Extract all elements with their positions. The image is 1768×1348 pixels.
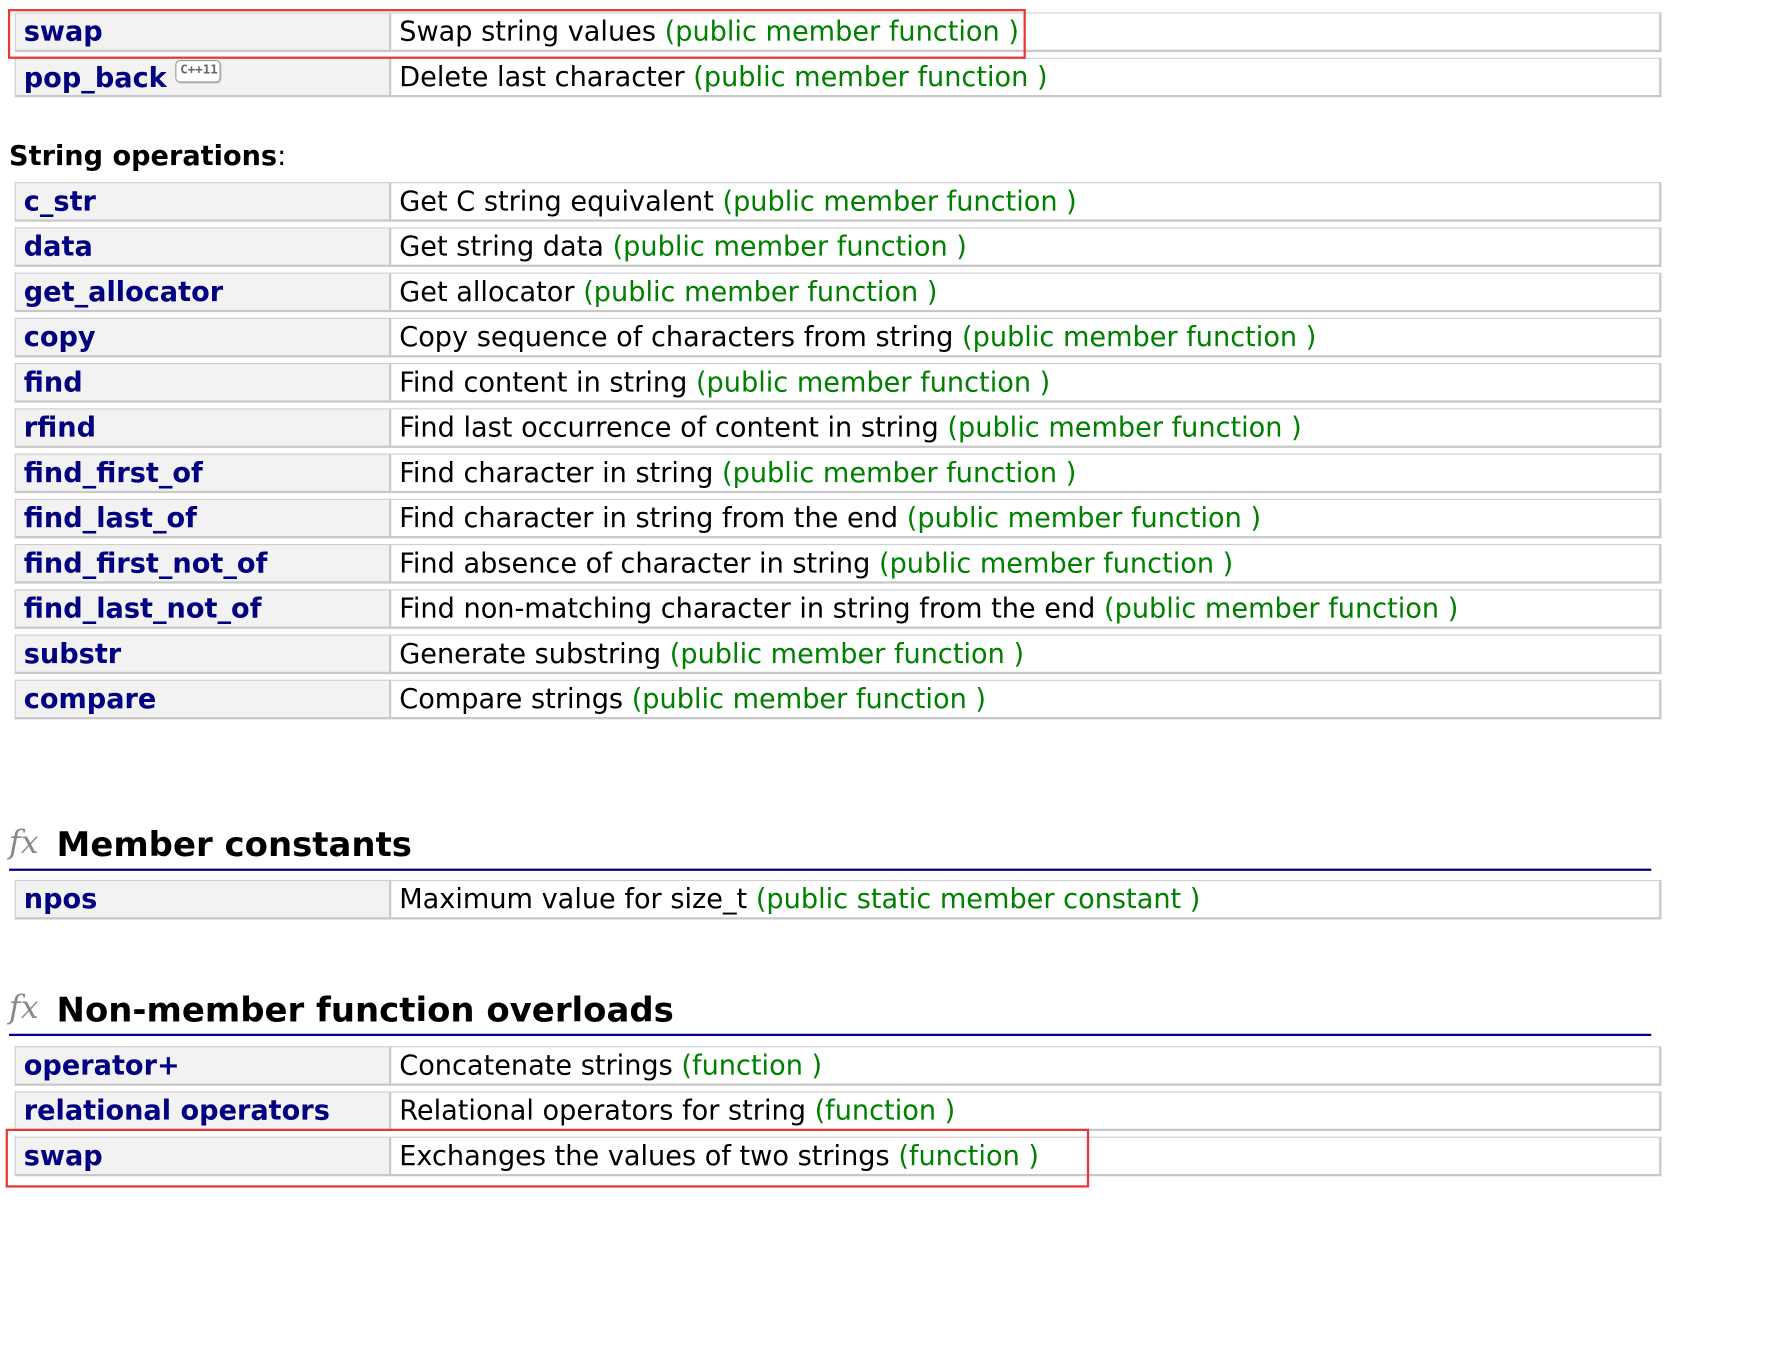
member-description: Get allocator (public member function )	[391, 272, 1662, 313]
member-description: Delete last character (public member fun…	[391, 57, 1662, 98]
member-kind: (public static member constant )	[755, 883, 1201, 915]
member-kind: (public member function )	[878, 547, 1234, 580]
member-description: Swap string values (public member functi…	[391, 12, 1662, 53]
table-row: get_allocator Get allocator (public memb…	[14, 272, 1662, 313]
non-member-section-heading: fx Non-member function overloads	[9, 988, 1652, 1036]
member-description: Find character in string from the end (p…	[391, 498, 1662, 539]
member-kind: (public member function )	[693, 61, 1048, 93]
member-kind: (public member function )	[962, 321, 1317, 353]
non-member-table: operator+ Concatenate strings (function …	[14, 1041, 1662, 1182]
string-operations-table: c_str Get C string equivalent (public me…	[14, 176, 1662, 725]
member-link-compare[interactable]: compare	[14, 679, 392, 720]
section-title: Member constants	[56, 825, 413, 866]
member-link-find-first-of[interactable]: find_first_of	[14, 453, 392, 494]
member-constants-section-heading: fx Member constants	[9, 823, 1652, 871]
member-kind: (function )	[681, 1049, 823, 1082]
member-constants-table: npos Maximum value for size_t (public st…	[14, 874, 1662, 925]
member-kind: (function )	[898, 1140, 1040, 1172]
member-link-find-last-of[interactable]: find_last_of	[14, 498, 392, 539]
member-description: Copy sequence of characters from string …	[391, 317, 1662, 358]
member-kind: (public member function )	[664, 15, 1019, 48]
member-link-swap[interactable]: swap	[14, 12, 392, 53]
member-link-c-str[interactable]: c_str	[14, 182, 392, 222]
member-link-get-allocator[interactable]: get_allocator	[14, 272, 392, 313]
member-link-rfind[interactable]: rfind	[14, 408, 392, 448]
member-description: Relational operators for string (functio…	[391, 1091, 1662, 1131]
table-row: find Find content in string (public memb…	[14, 363, 1662, 403]
member-kind: (public member function )	[695, 366, 1051, 399]
member-kind: (public member function )	[612, 230, 967, 263]
table-row: find_last_of Find character in string fr…	[14, 498, 1662, 539]
member-description: Find content in string (public member fu…	[391, 363, 1662, 403]
function-link-relational-operators[interactable]: relational operators	[14, 1091, 392, 1131]
member-description: Maximum value for size_t (public static …	[391, 879, 1662, 920]
table-row: swap Swap string values (public member f…	[14, 12, 1662, 53]
member-description: Exchanges the values of two strings (fun…	[391, 1136, 1662, 1177]
table-row: operator+ Concatenate strings (function …	[14, 1046, 1662, 1086]
table-row: npos Maximum value for size_t (public st…	[14, 879, 1662, 920]
member-description: Find non-matching character in string fr…	[391, 589, 1662, 629]
member-kind: (public member function )	[1104, 592, 1459, 625]
member-kind: (public member function )	[722, 185, 1077, 218]
table-row: find_last_not_of Find non-matching chara…	[14, 589, 1662, 629]
member-description: Find absence of character in string (pub…	[391, 544, 1662, 584]
section-title: Non-member function overloads	[56, 990, 674, 1031]
member-link-find[interactable]: find	[14, 363, 392, 403]
member-link-copy[interactable]: copy	[14, 317, 392, 358]
table-row: c_str Get C string equivalent (public me…	[14, 182, 1662, 222]
reference-page: swap Swap string values (public member f…	[0, 0, 1768, 1348]
member-description: Compare strings (public member function …	[391, 679, 1662, 720]
member-kind: (public member function )	[669, 637, 1025, 670]
member-kind: (public member function )	[583, 275, 938, 308]
member-description: Find character in string (public member …	[391, 453, 1662, 494]
cpp11-badge-icon: C++11	[175, 59, 222, 83]
table-row: find_first_of Find character in string (…	[14, 453, 1662, 494]
string-operations-heading: String operations:	[9, 140, 287, 172]
table-row: substr Generate substring (public member…	[14, 634, 1662, 675]
member-link-substr[interactable]: substr	[14, 634, 392, 675]
member-kind: (function )	[814, 1094, 956, 1127]
function-fx-icon: fx	[9, 823, 39, 861]
table-row: copy Copy sequence of characters from st…	[14, 317, 1662, 358]
member-description: Generate substring (public member functi…	[391, 634, 1662, 675]
member-description: Get string data (public member function …	[391, 227, 1662, 267]
member-kind: (public member function )	[906, 502, 1262, 534]
table-row: pop_back C++11 Delete last character (pub…	[14, 57, 1662, 98]
function-link-operator-plus[interactable]: operator+	[14, 1046, 392, 1086]
member-kind: (public member function )	[631, 683, 987, 715]
member-description: Find last occurrence of content in strin…	[391, 408, 1662, 448]
function-fx-icon: fx	[9, 988, 39, 1026]
table-row: compare Compare strings (public member f…	[14, 679, 1662, 720]
member-description: Concatenate strings (function )	[391, 1046, 1662, 1086]
member-kind: (public member function )	[947, 411, 1302, 444]
member-link-npos[interactable]: npos	[14, 879, 392, 920]
table-row: relational operators Relational operator…	[14, 1091, 1662, 1131]
member-kind: (public member function )	[722, 456, 1077, 489]
member-link-data[interactable]: data	[14, 227, 392, 267]
member-link-pop-back[interactable]: pop_back C++11	[14, 57, 392, 98]
member-link-find-first-not-of[interactable]: find_first_not_of	[14, 544, 392, 584]
member-description: Get C string equivalent (public member f…	[391, 182, 1662, 222]
member-link-find-last-not-of[interactable]: find_last_not_of	[14, 589, 392, 629]
table-row: data Get string data (public member func…	[14, 227, 1662, 267]
table-row: swap Exchanges the values of two strings…	[14, 1136, 1662, 1177]
function-link-swap[interactable]: swap	[14, 1136, 392, 1177]
table-row: find_first_not_of Find absence of charac…	[14, 544, 1662, 584]
modifiers-table: swap Swap string values (public member f…	[14, 7, 1662, 103]
table-row: rfind Find last occurrence of content in…	[14, 408, 1662, 448]
